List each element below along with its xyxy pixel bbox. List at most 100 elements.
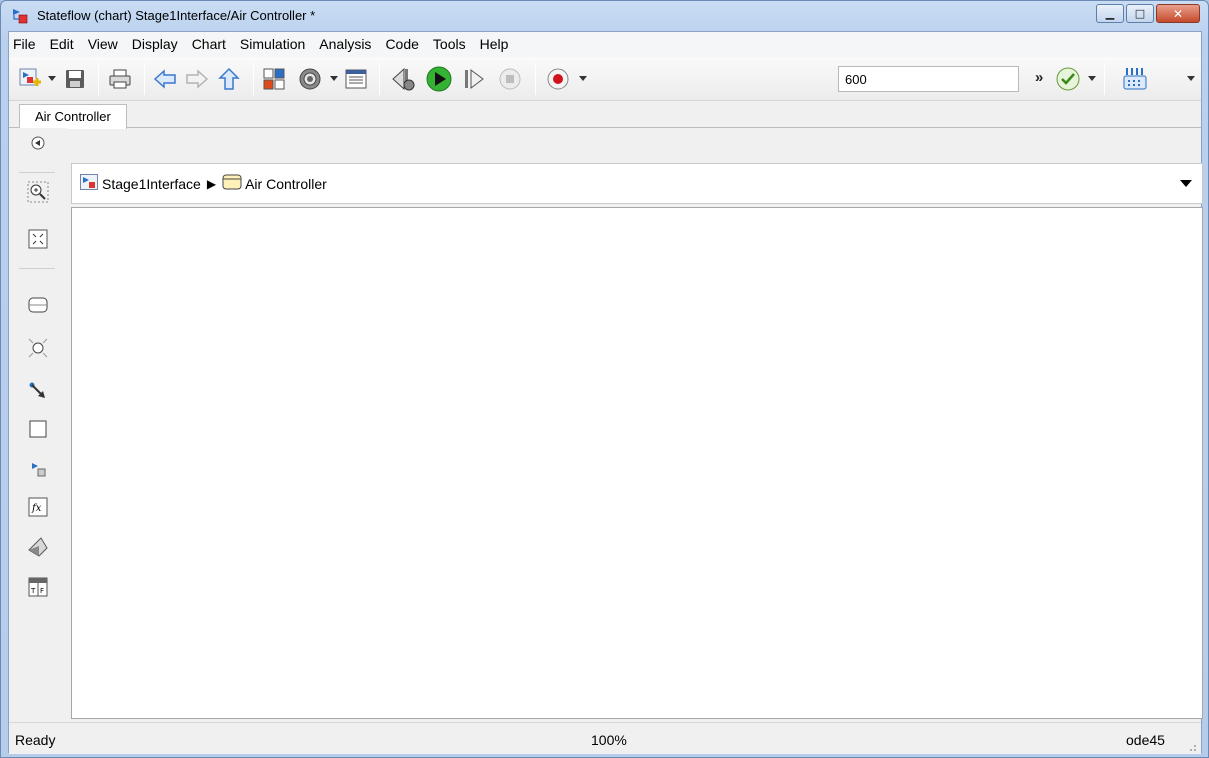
chart-canvas[interactable]: [71, 207, 1203, 719]
toolbar-separator: [379, 63, 380, 95]
svg-text:F: F: [40, 587, 44, 595]
resize-grip-icon[interactable]: [1187, 740, 1197, 751]
breadcrumb-dropdown[interactable]: [1180, 180, 1192, 187]
breadcrumb-model[interactable]: Stage1Interface: [102, 176, 201, 192]
window-title: Stateflow (chart) Stage1Interface/Air Co…: [37, 8, 316, 23]
truth-table-icon: TF: [28, 577, 48, 600]
menu-edit[interactable]: Edit: [43, 32, 81, 57]
box-tool-button[interactable]: [27, 419, 49, 441]
menu-bar: File Edit View Display Chart Simulation …: [9, 32, 1201, 57]
palette-separator: [19, 268, 55, 269]
graphical-function-icon: [27, 536, 49, 561]
model-icon: [80, 174, 98, 193]
toolbar-separator: [98, 63, 99, 95]
new-model-icon: [18, 67, 42, 91]
toolbar-separator: [253, 63, 254, 95]
run-button[interactable]: [424, 66, 454, 92]
back-button[interactable]: [152, 66, 178, 92]
matlab-function-icon: fx: [28, 497, 48, 520]
model-config-dropdown[interactable]: [330, 76, 338, 81]
fit-to-view-icon: [28, 229, 48, 252]
menu-view[interactable]: View: [81, 32, 125, 57]
svg-text:fx: fx: [31, 503, 42, 514]
svg-text:T: T: [30, 587, 36, 595]
record-dropdown[interactable]: [579, 76, 587, 81]
solver-label[interactable]: ode45: [1126, 732, 1165, 748]
model-config-icon: [297, 66, 323, 92]
check-icon: [1055, 66, 1081, 92]
stop-button[interactable]: [497, 66, 523, 92]
menu-code[interactable]: Code: [378, 32, 425, 57]
state-tool-icon: [28, 297, 48, 316]
stop-time-input[interactable]: 600: [838, 66, 1019, 92]
hide-explorer-icon: [31, 136, 45, 153]
zoom-button[interactable]: [27, 181, 49, 206]
build-button[interactable]: [1120, 66, 1150, 92]
hide-explorer-button[interactable]: [27, 133, 49, 155]
up-icon: [218, 67, 240, 91]
build-icon: [1121, 66, 1149, 92]
zoom-icon: [27, 181, 49, 206]
tab-air-controller[interactable]: Air Controller: [19, 104, 127, 129]
history-junction-button[interactable]: [27, 338, 49, 360]
forward-button[interactable]: [184, 66, 210, 92]
new-model-button[interactable]: [17, 66, 43, 92]
close-icon: ✕: [1172, 6, 1184, 21]
forward-icon: [185, 68, 209, 90]
breadcrumb[interactable]: Stage1Interface ▶ Air Controller: [71, 163, 1203, 204]
palette-separator: [19, 172, 55, 173]
status-bar: Ready 100% ode45: [9, 722, 1201, 754]
title-bar[interactable]: Stateflow (chart) Stage1Interface/Air Co…: [1, 1, 1208, 31]
simulink-function-button[interactable]: [27, 459, 49, 481]
close-button[interactable]: ✕: [1156, 4, 1200, 23]
toolbar-separator: [1104, 63, 1105, 95]
record-icon: [546, 67, 570, 91]
toolbar: 600 »: [9, 57, 1201, 101]
maximize-button[interactable]: □: [1126, 4, 1154, 23]
client-area: File Edit View Display Chart Simulation …: [8, 31, 1203, 754]
model-explorer-button[interactable]: [343, 66, 369, 92]
save-button[interactable]: [62, 66, 88, 92]
minimize-button[interactable]: ▁: [1096, 4, 1124, 23]
menu-help[interactable]: Help: [473, 32, 516, 57]
step-back-icon: [390, 66, 418, 92]
toolbar-overflow-button[interactable]: »: [1035, 69, 1043, 86]
model-advisor-button[interactable]: [1054, 66, 1082, 92]
model-advisor-dropdown[interactable]: [1088, 76, 1096, 81]
record-button[interactable]: [545, 66, 571, 92]
minimize-icon: ▁: [1105, 7, 1115, 20]
truth-table-button[interactable]: TF: [27, 577, 49, 599]
graphical-function-button[interactable]: [27, 536, 49, 561]
library-browser-button[interactable]: [261, 66, 287, 92]
menu-display[interactable]: Display: [125, 32, 185, 57]
breadcrumb-separator-icon: ▶: [206, 176, 217, 191]
chart-icon: [222, 174, 242, 193]
app-window: Stateflow (chart) Stage1Interface/Air Co…: [0, 0, 1209, 758]
palette-toolbar: fx TF: [9, 128, 67, 722]
default-transition-button[interactable]: [27, 381, 49, 403]
breadcrumb-chart[interactable]: Air Controller: [245, 176, 327, 192]
toolbar-separator: [144, 63, 145, 95]
maximize-icon: □: [1134, 7, 1146, 20]
state-tool-button[interactable]: [27, 295, 49, 317]
model-config-button[interactable]: [296, 66, 324, 92]
menu-tools[interactable]: Tools: [426, 32, 473, 57]
default-transition-icon: [28, 381, 48, 404]
save-icon: [64, 68, 86, 90]
stop-icon: [498, 67, 522, 91]
history-junction-icon: [27, 337, 49, 362]
matlab-function-button[interactable]: fx: [27, 497, 49, 519]
menu-chart[interactable]: Chart: [185, 32, 233, 57]
step-forward-icon: [462, 67, 486, 91]
new-model-dropdown[interactable]: [48, 76, 56, 81]
step-back-button[interactable]: [389, 66, 419, 92]
menu-file[interactable]: File: [9, 32, 43, 57]
step-forward-button[interactable]: [461, 66, 487, 92]
build-dropdown[interactable]: [1187, 76, 1195, 81]
fit-to-view-button[interactable]: [27, 229, 49, 251]
zoom-level: 100%: [591, 732, 627, 748]
menu-simulation[interactable]: Simulation: [233, 32, 312, 57]
up-button[interactable]: [216, 66, 242, 92]
print-button[interactable]: [107, 66, 133, 92]
menu-analysis[interactable]: Analysis: [312, 32, 378, 57]
